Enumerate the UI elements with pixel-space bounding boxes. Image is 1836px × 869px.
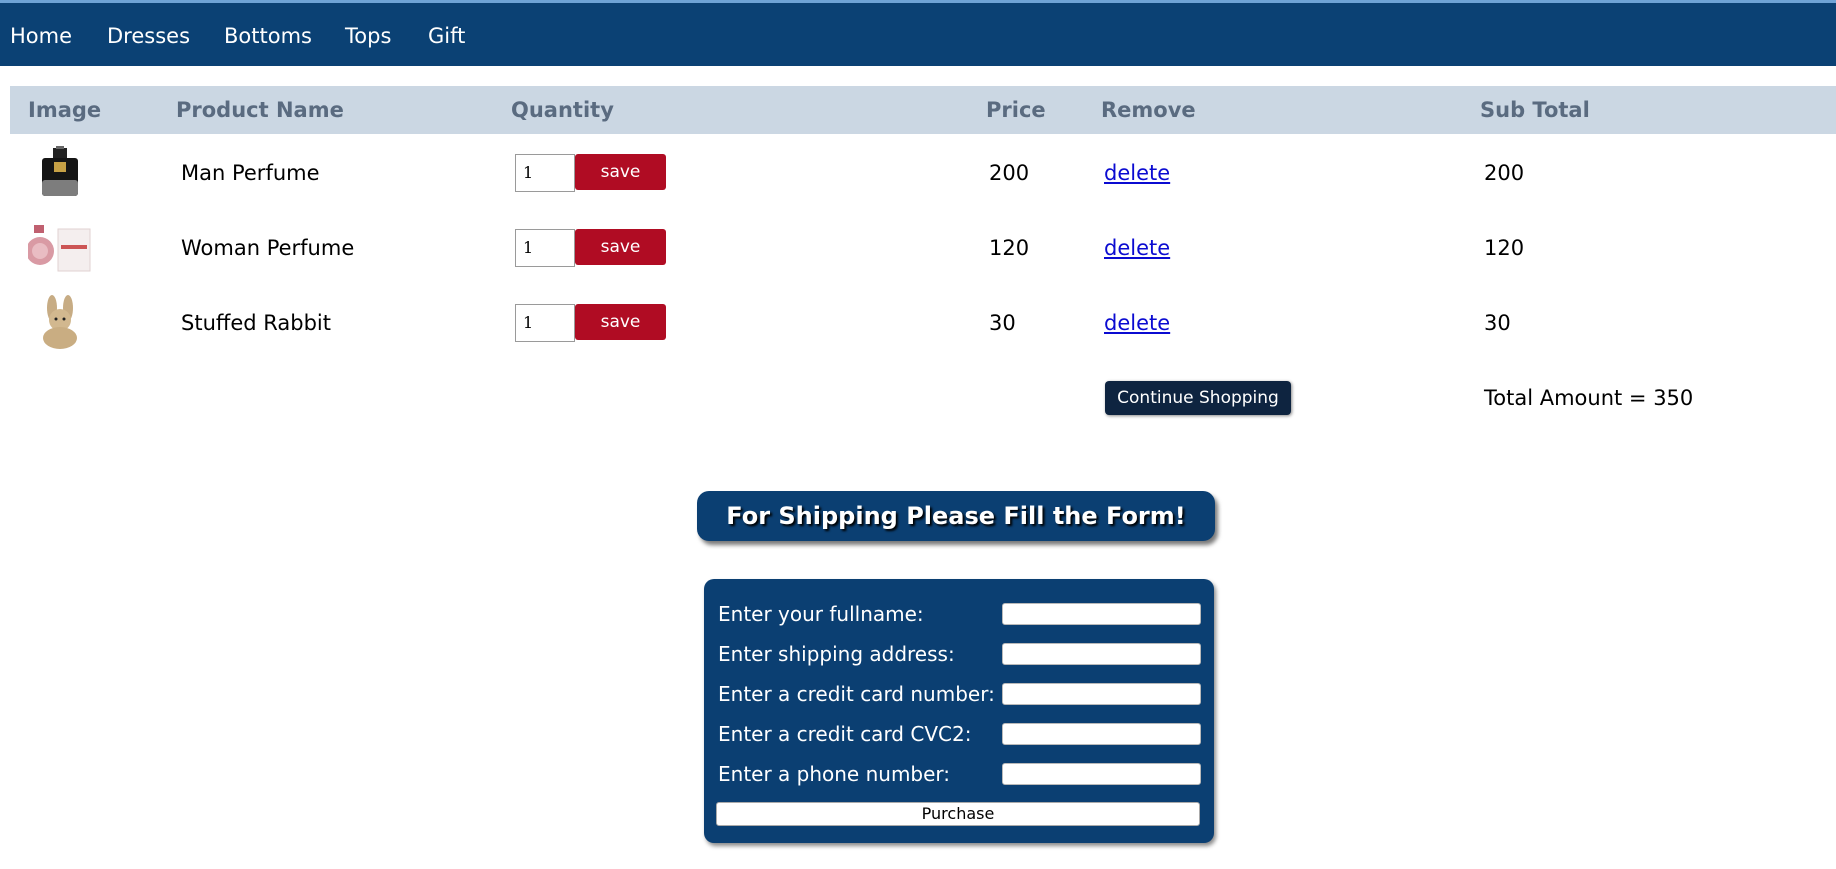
save-button[interactable]: save bbox=[575, 229, 666, 265]
continue-shopping-button[interactable]: Continue Shopping bbox=[1105, 381, 1291, 415]
header-product-name: Product Name bbox=[176, 98, 344, 122]
cvc2-field[interactable] bbox=[1002, 723, 1201, 745]
header-quantity: Quantity bbox=[511, 98, 614, 122]
subtotal: 30 bbox=[1484, 311, 1511, 335]
subtotal: 200 bbox=[1484, 161, 1525, 185]
nav-dresses[interactable]: Dresses bbox=[107, 24, 190, 48]
top-nav: Home Dresses Bottoms Tops Gift bbox=[0, 0, 1836, 66]
subtotal: 120 bbox=[1484, 236, 1525, 260]
price: 200 bbox=[989, 161, 1030, 185]
nav-bottoms[interactable]: Bottoms bbox=[224, 24, 312, 48]
purchase-button[interactable]: Purchase bbox=[716, 802, 1200, 826]
fullname-label: Enter your fullname: bbox=[718, 602, 924, 626]
save-button[interactable]: save bbox=[575, 304, 666, 340]
header-remove: Remove bbox=[1101, 98, 1196, 122]
save-button[interactable]: save bbox=[575, 154, 666, 190]
nav-home[interactable]: Home bbox=[10, 24, 72, 48]
delete-link[interactable]: delete bbox=[1104, 311, 1170, 335]
quantity-input[interactable]: 1 bbox=[515, 154, 575, 192]
nav-tops[interactable]: Tops bbox=[345, 24, 391, 48]
perfume-bottle-icon bbox=[42, 146, 78, 196]
quantity-input[interactable]: 1 bbox=[515, 304, 575, 342]
cart-table-header: Image Product Name Quantity Price Remove… bbox=[10, 86, 1836, 134]
phone-field[interactable] bbox=[1002, 763, 1201, 785]
shipping-banner: For Shipping Please Fill the Form! bbox=[697, 491, 1215, 541]
nav-gift[interactable]: Gift bbox=[428, 24, 465, 48]
shipping-form: Enter your fullname: Enter shipping addr… bbox=[704, 579, 1214, 843]
table-row: Man Perfume 1 save 200 delete 200 bbox=[10, 136, 1836, 211]
perfume-bottle-icon bbox=[28, 225, 91, 272]
header-subtotal: Sub Total bbox=[1480, 98, 1590, 122]
delete-link[interactable]: delete bbox=[1104, 236, 1170, 260]
table-row: Stuffed Rabbit 1 save 30 delete 30 bbox=[10, 286, 1836, 361]
card-number-label: Enter a credit card number: bbox=[718, 682, 995, 706]
address-label: Enter shipping address: bbox=[718, 642, 955, 666]
phone-label: Enter a phone number: bbox=[718, 762, 951, 786]
rabbit-plush-icon bbox=[43, 295, 77, 349]
cvc2-label: Enter a credit card CVC2: bbox=[718, 722, 972, 746]
product-name: Woman Perfume bbox=[181, 236, 355, 260]
quantity-input[interactable]: 1 bbox=[515, 229, 575, 267]
card-number-field[interactable] bbox=[1002, 683, 1201, 705]
address-field[interactable] bbox=[1002, 643, 1201, 665]
product-name: Man Perfume bbox=[181, 161, 320, 185]
fullname-field[interactable] bbox=[1002, 603, 1201, 625]
price: 30 bbox=[989, 311, 1016, 335]
header-price: Price bbox=[986, 98, 1046, 122]
price: 120 bbox=[989, 236, 1030, 260]
total-amount: Total Amount = 350 bbox=[1484, 386, 1694, 410]
table-row: Woman Perfume 1 save 120 delete 120 bbox=[10, 211, 1836, 286]
product-name: Stuffed Rabbit bbox=[181, 311, 331, 335]
delete-link[interactable]: delete bbox=[1104, 161, 1170, 185]
header-image: Image bbox=[28, 98, 102, 122]
